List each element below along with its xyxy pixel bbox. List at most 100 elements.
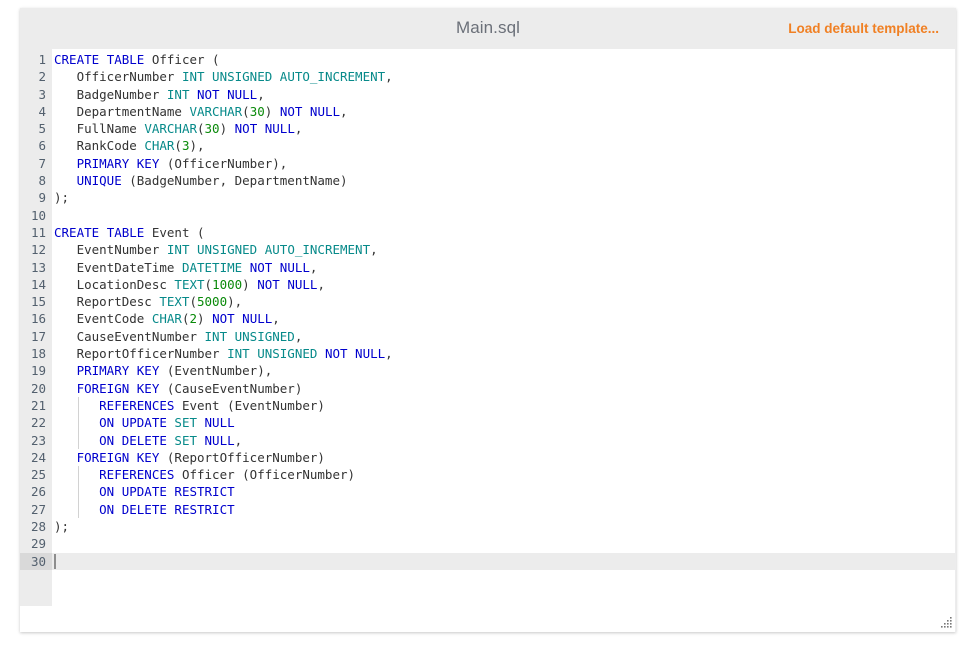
code-token: (BadgeNumber, DepartmentName) (122, 173, 348, 188)
code-line[interactable]: 16 EventCode CHAR(2) NOT NULL, (20, 310, 955, 327)
code-token: NOT NULL (197, 87, 257, 102)
line-number: 11 (20, 224, 52, 241)
code-line[interactable]: 14 LocationDesc TEXT(1000) NOT NULL, (20, 276, 955, 293)
line-number: 29 (20, 535, 52, 552)
code-token: LocationDesc (54, 277, 174, 292)
code-token: (CauseEventNumber) (159, 381, 302, 396)
code-line[interactable]: 1CREATE TABLE Officer ( (20, 51, 955, 68)
code-line[interactable]: 7 PRIMARY KEY (OfficerNumber), (20, 155, 955, 172)
code-line-text: BadgeNumber INT NOT NULL, (52, 86, 265, 103)
code-line[interactable]: 24 FOREIGN KEY (ReportOfficerNumber) (20, 449, 955, 466)
code-line[interactable]: 13 EventDateTime DATETIME NOT NULL, (20, 259, 955, 276)
code-line[interactable]: 3 BadgeNumber INT NOT NULL, (20, 86, 955, 103)
line-number: 28 (20, 518, 52, 535)
code-editor[interactable]: 1CREATE TABLE Officer (2 OfficerNumber I… (20, 49, 956, 632)
code-token: (OfficerNumber), (159, 156, 287, 171)
code-token: , (235, 433, 243, 448)
code-line[interactable]: 9); (20, 189, 955, 206)
load-default-template-link[interactable]: Load default template... (788, 21, 939, 36)
code-token: FOREIGN KEY (77, 381, 160, 396)
code-token: ) (265, 104, 280, 119)
code-token: , (340, 104, 348, 119)
code-line[interactable]: 4 DepartmentName VARCHAR(30) NOT NULL, (20, 103, 955, 120)
code-line[interactable]: 17 CauseEventNumber INT UNSIGNED, (20, 328, 955, 345)
code-token (54, 433, 99, 448)
code-line[interactable]: 28); (20, 518, 955, 535)
code-line[interactable]: 8 UNIQUE (BadgeNumber, DepartmentName) (20, 172, 955, 189)
code-line[interactable]: 21 REFERENCES Event (EventNumber) (20, 397, 955, 414)
code-token: UNSIGNED (197, 242, 257, 257)
code-line[interactable]: 25 REFERENCES Officer (OfficerNumber) (20, 466, 955, 483)
code-token: UNSIGNED (212, 69, 272, 84)
code-line[interactable]: 20 FOREIGN KEY (CauseEventNumber) (20, 380, 955, 397)
code-lines[interactable]: 1CREATE TABLE Officer (2 OfficerNumber I… (20, 51, 955, 570)
code-token: CHAR (152, 311, 182, 326)
code-line-text: ); (52, 518, 69, 535)
code-token: PRIMARY KEY (77, 156, 160, 171)
code-token: , (310, 260, 318, 275)
line-number: 18 (20, 345, 52, 362)
line-number: 1 (20, 51, 52, 68)
code-token: Event (EventNumber) (174, 398, 325, 413)
code-token: NULL (205, 433, 235, 448)
code-token (54, 173, 77, 188)
code-line-text: ON DELETE RESTRICT (52, 501, 235, 518)
code-token (54, 415, 99, 430)
code-line[interactable]: 15 ReportDesc TEXT(5000), (20, 293, 955, 310)
code-token: 30 (250, 104, 265, 119)
code-token: INT (205, 329, 228, 344)
code-line[interactable]: 22 ON UPDATE SET NULL (20, 414, 955, 431)
code-line[interactable]: 23 ON DELETE SET NULL, (20, 432, 955, 449)
code-token (205, 69, 213, 84)
code-token: INT (227, 346, 250, 361)
code-token: INT (182, 69, 205, 84)
code-line-text: ReportOfficerNumber INT UNSIGNED NOT NUL… (52, 345, 393, 362)
code-token: CREATE (54, 52, 99, 67)
code-token: (EventNumber), (159, 363, 272, 378)
code-line[interactable]: 12 EventNumber INT UNSIGNED AUTO_INCREME… (20, 241, 955, 258)
code-line[interactable]: 26 ON UPDATE RESTRICT (20, 483, 955, 500)
code-line[interactable]: 10 (20, 207, 955, 224)
code-line-text: DepartmentName VARCHAR(30) NOT NULL, (52, 103, 348, 120)
line-number: 26 (20, 483, 52, 500)
code-line[interactable]: 6 RankCode CHAR(3), (20, 137, 955, 154)
text-caret (54, 554, 56, 569)
line-number: 22 (20, 414, 52, 431)
code-token: NOT NULL (257, 277, 317, 292)
code-token: FullName (54, 121, 144, 136)
line-number: 15 (20, 293, 52, 310)
line-number: 7 (20, 155, 52, 172)
code-token (272, 69, 280, 84)
code-token: ReportDesc (54, 294, 159, 309)
code-token: NOT NULL (235, 121, 295, 136)
line-number: 10 (20, 207, 52, 224)
code-line-text: FullName VARCHAR(30) NOT NULL, (52, 120, 302, 137)
code-line[interactable]: 5 FullName VARCHAR(30) NOT NULL, (20, 120, 955, 137)
code-token: ) (242, 277, 257, 292)
code-token: OfficerNumber (54, 69, 182, 84)
code-line-text: FOREIGN KEY (ReportOfficerNumber) (52, 449, 325, 466)
code-token: , (257, 87, 265, 102)
code-line[interactable]: 11CREATE TABLE Event ( (20, 224, 955, 241)
code-line-text: ReportDesc TEXT(5000), (52, 293, 242, 310)
code-line[interactable]: 18 ReportOfficerNumber INT UNSIGNED NOT … (20, 345, 955, 362)
code-line-text: REFERENCES Event (EventNumber) (52, 397, 325, 414)
code-line[interactable]: 2 OfficerNumber INT UNSIGNED AUTO_INCREM… (20, 68, 955, 85)
resize-grip-icon[interactable] (940, 616, 953, 629)
line-number: 12 (20, 241, 52, 258)
code-token: ON DELETE (99, 502, 167, 517)
line-number: 25 (20, 466, 52, 483)
code-token: TEXT (159, 294, 189, 309)
code-line[interactable]: 27 ON DELETE RESTRICT (20, 501, 955, 518)
code-token (54, 450, 77, 465)
code-line[interactable]: 19 PRIMARY KEY (EventNumber), (20, 362, 955, 379)
code-token (54, 363, 77, 378)
code-token: 5000 (197, 294, 227, 309)
code-token (54, 502, 99, 517)
code-token: , (272, 311, 280, 326)
code-line[interactable]: 30 (20, 553, 955, 570)
code-token: ), (227, 294, 242, 309)
code-token: UNSIGNED (257, 346, 317, 361)
code-token: ReportOfficerNumber (54, 346, 227, 361)
code-line[interactable]: 29 (20, 535, 955, 552)
